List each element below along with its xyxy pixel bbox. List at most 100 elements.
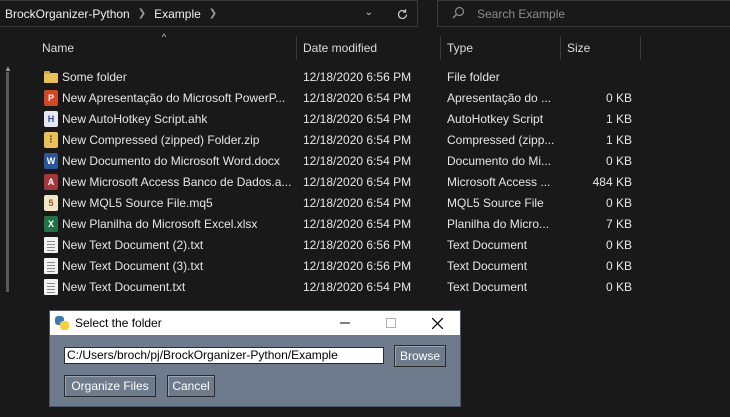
address-bar: BrockOrganizer-Python ❯ Example ❯ ⌄ Sear… xyxy=(0,0,730,28)
file-type: File folder xyxy=(447,69,500,84)
column-divider[interactable] xyxy=(640,36,641,60)
file-row[interactable]: W New Documento do Microsoft Word.docx 12… xyxy=(28,150,730,171)
file-date: 12/18/2020 6:56 PM xyxy=(303,237,412,252)
navigation-pane: ▲ xyxy=(0,28,22,417)
file-size: 0 KB xyxy=(605,279,632,294)
text-document-icon xyxy=(44,278,58,295)
file-size: 0 KB xyxy=(605,258,632,273)
nav-scrollbar[interactable] xyxy=(6,72,9,292)
close-icon xyxy=(431,317,443,329)
python-icon xyxy=(55,316,69,330)
file-date: 12/18/2020 6:54 PM xyxy=(303,111,412,126)
column-header: ^ Name Date modified Type Size xyxy=(28,32,730,61)
file-name[interactable]: New Documento do Microsoft Word.docx xyxy=(62,154,280,168)
text-document-icon xyxy=(44,236,58,253)
chevron-right-icon: ❯ xyxy=(137,8,147,19)
excel-icon: X xyxy=(44,215,58,232)
column-size[interactable]: Size xyxy=(567,34,590,61)
file-row[interactable]: H New AutoHotkey Script.ahk 12/18/2020 6:… xyxy=(28,108,730,129)
file-type: Text Document xyxy=(447,237,528,252)
file-date: 12/18/2020 6:54 PM xyxy=(303,195,412,210)
file-row[interactable]: New Text Document (2).txt 12/18/2020 6:5… xyxy=(28,234,730,255)
breadcrumb[interactable]: BrockOrganizer-Python ❯ Example ❯ ⌄ xyxy=(0,0,418,27)
column-type[interactable]: Type xyxy=(447,34,473,61)
file-name[interactable]: New Text Document.txt xyxy=(62,280,185,294)
dialog-title-bar[interactable]: Select the folder xyxy=(50,311,460,335)
file-name[interactable]: New Planilha do Microsoft Excel.xlsx xyxy=(62,217,257,231)
file-name[interactable]: New Apresentação do Microsoft PowerP... xyxy=(62,91,285,105)
file-date: 12/18/2020 6:56 PM xyxy=(303,69,412,84)
file-list: Some folder 12/18/2020 6:56 PM File fold… xyxy=(28,66,730,297)
column-divider[interactable] xyxy=(296,36,297,60)
file-date: 12/18/2020 6:54 PM xyxy=(303,132,412,147)
file-type: AutoHotkey Script xyxy=(447,111,544,126)
file-type: Text Document xyxy=(447,258,528,273)
file-name[interactable]: New MQL5 Source File.mq5 xyxy=(62,196,213,210)
file-date: 12/18/2020 6:54 PM xyxy=(303,153,412,168)
file-row[interactable]: New Text Document.txt 12/18/2020 6:54 PM… xyxy=(28,276,730,297)
folder-icon xyxy=(44,69,58,85)
file-size: 0 KB xyxy=(605,195,632,210)
column-divider[interactable] xyxy=(560,36,561,60)
file-size: 0 KB xyxy=(605,153,632,168)
file-size: 484 KB xyxy=(592,174,632,189)
search-icon xyxy=(452,6,465,22)
file-size: 7 KB xyxy=(605,216,632,231)
breadcrumb-item[interactable]: Example xyxy=(149,7,206,21)
file-type: MQL5 Source File xyxy=(447,195,544,210)
file-name[interactable]: New Microsoft Access Banco de Dados.a... xyxy=(62,175,291,189)
file-size: 1 KB xyxy=(605,132,632,147)
file-size: 0 KB xyxy=(605,237,632,252)
autohotkey-icon: H xyxy=(44,110,58,127)
access-icon: A xyxy=(44,173,58,190)
minimize-button[interactable] xyxy=(322,311,368,335)
search-placeholder[interactable]: Search Example xyxy=(477,7,565,21)
folder-path-input[interactable]: C:/Users/broch/pj/BrockOrganizer-Python/… xyxy=(64,347,384,364)
file-row[interactable]: X New Planilha do Microsoft Excel.xlsx 12… xyxy=(28,213,730,234)
column-name[interactable]: Name xyxy=(42,34,74,61)
file-row[interactable]: 5 New MQL5 Source File.mq5 12/18/2020 6:5… xyxy=(28,192,730,213)
file-type: Apresentação do ... xyxy=(447,90,552,105)
file-type: Text Document xyxy=(447,279,528,294)
file-row[interactable]: New Text Document (3).txt 12/18/2020 6:5… xyxy=(28,255,730,276)
close-button[interactable] xyxy=(414,311,460,335)
breadcrumb-item[interactable]: BrockOrganizer-Python xyxy=(0,7,135,21)
word-icon: W xyxy=(44,152,58,169)
file-type: Microsoft Access ... xyxy=(447,174,551,189)
maximize-button[interactable] xyxy=(368,311,414,335)
maximize-icon xyxy=(386,318,396,328)
text-document-icon xyxy=(44,257,58,274)
file-date: 12/18/2020 6:54 PM xyxy=(303,216,412,231)
chevron-right-icon[interactable]: ❯ xyxy=(206,8,220,19)
file-row[interactable]: A New Microsoft Access Banco de Dados.a..… xyxy=(28,171,730,192)
powerpoint-icon: P xyxy=(44,89,58,106)
refresh-icon[interactable] xyxy=(393,4,411,24)
chevron-down-icon[interactable]: ⌄ xyxy=(365,7,373,18)
dialog-title: Select the folder xyxy=(75,316,162,330)
organize-files-button[interactable]: Organize Files xyxy=(64,375,156,397)
file-name[interactable]: New Text Document (3).txt xyxy=(62,259,203,273)
file-date: 12/18/2020 6:54 PM xyxy=(303,90,412,105)
select-folder-dialog: Select the folder C:/Users/broch/pj/Broc… xyxy=(50,311,460,406)
file-name[interactable]: New AutoHotkey Script.ahk xyxy=(62,112,207,126)
file-size: 1 KB xyxy=(605,111,632,126)
cancel-button[interactable]: Cancel xyxy=(167,375,215,397)
file-name[interactable]: New Compressed (zipped) Folder.zip xyxy=(62,133,259,147)
column-date-modified[interactable]: Date modified xyxy=(303,34,377,61)
file-type: Documento do Mi... xyxy=(447,153,552,168)
file-row[interactable]: P New Apresentação do Microsoft PowerP...… xyxy=(28,87,730,108)
file-name[interactable]: New Text Document (2).txt xyxy=(62,238,203,252)
column-divider[interactable] xyxy=(440,36,441,60)
file-date: 12/18/2020 6:54 PM xyxy=(303,279,412,294)
file-row[interactable]: ⋮ New Compressed (zipped) Folder.zip 12/1… xyxy=(28,129,730,150)
file-size: 0 KB xyxy=(605,90,632,105)
file-name[interactable]: Some folder xyxy=(62,70,127,84)
file-date: 12/18/2020 6:54 PM xyxy=(303,174,412,189)
mql5-icon: 5 xyxy=(44,194,58,211)
browse-button[interactable]: Browse xyxy=(394,345,446,367)
file-row[interactable]: Some folder 12/18/2020 6:56 PM File fold… xyxy=(28,66,730,87)
sort-ascending-icon: ^ xyxy=(162,32,167,42)
search-box[interactable]: Search Example xyxy=(437,0,730,27)
file-date: 12/18/2020 6:56 PM xyxy=(303,258,412,273)
file-type: Compressed (zipp... xyxy=(447,132,555,147)
